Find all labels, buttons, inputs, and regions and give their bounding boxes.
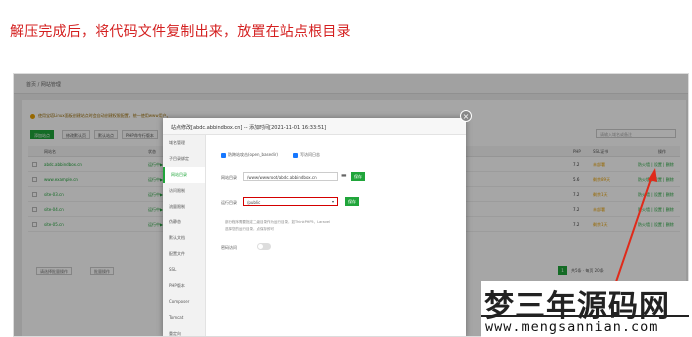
- site-dir-save-button[interactable]: 保存: [351, 172, 365, 181]
- menu-item-subdir[interactable]: 子目录绑定: [163, 151, 205, 167]
- site-dir-label: 网站目录: [221, 175, 237, 180]
- menu-item-config[interactable]: 配置文件: [163, 246, 205, 262]
- dialog-content: 防跨站攻击(open_basedir) 写访问日志 网站目录 /www/wwwr…: [215, 135, 460, 335]
- tip-2: 选择您的运行目录，点保存即可: [225, 227, 274, 231]
- dialog-menu: 域名管理 子目录绑定 网站目录 访问限制 流量限制 伪静态 默认文档 配置文件 …: [163, 135, 206, 336]
- option-access-log[interactable]: 写访问日志: [293, 152, 320, 158]
- checkbox-icon[interactable]: [221, 152, 226, 158]
- option-open-basedir[interactable]: 防跨站攻击(open_basedir): [221, 152, 278, 158]
- watermark-url: www.mengsannian.com: [485, 319, 659, 335]
- site-dir-input[interactable]: /www/wwwroot/abdc.abbindbox.cn: [243, 172, 338, 181]
- tip-1: 部分程序需要指定二级目录作为运行目录，如ThinkPHP5，Laravel: [225, 220, 331, 224]
- site-settings-dialog: 站点修改[abdc.abbindbox.cn] -- 添加时间[2021-11-…: [163, 118, 466, 336]
- close-icon[interactable]: ×: [460, 110, 472, 122]
- chevron-down-icon: ▾: [331, 199, 334, 204]
- menu-item-composer[interactable]: Composer: [163, 294, 205, 310]
- menu-item-ssl[interactable]: SSL: [163, 262, 205, 278]
- folder-icon[interactable]: ▬: [341, 172, 347, 179]
- checkbox-icon[interactable]: [293, 152, 298, 158]
- menu-item-traffic[interactable]: 流量限制: [163, 199, 205, 215]
- checkbox-label: 写访问日志: [300, 152, 320, 157]
- menu-item-redirect[interactable]: 重定向: [163, 326, 205, 336]
- menu-item-php[interactable]: PHP版本: [163, 278, 205, 294]
- watermark-divider: [481, 315, 689, 317]
- run-dir-select[interactable]: /public ▾: [243, 197, 338, 206]
- menu-item-rewrite[interactable]: 伪静态: [163, 214, 205, 230]
- checkbox-label: 防跨站攻击(open_basedir): [228, 152, 278, 157]
- dialog-title: 站点修改[abdc.abbindbox.cn] -- 添加时间[2021-11-…: [163, 118, 466, 135]
- run-dir-save-button[interactable]: 保存: [345, 197, 359, 206]
- password-access-label: 密码访问: [221, 245, 237, 250]
- password-access-toggle[interactable]: [257, 243, 271, 250]
- caption: 解压完成后，将代码文件复制出来，放置在站点根目录: [10, 24, 351, 40]
- run-dir-value: /public: [247, 200, 261, 205]
- menu-item-site-dir[interactable]: 网站目录: [163, 166, 205, 183]
- run-dir-label: 运行目录: [221, 200, 237, 205]
- menu-item-access[interactable]: 访问限制: [163, 183, 205, 199]
- menu-item-default-doc[interactable]: 默认文档: [163, 230, 205, 246]
- menu-item-tomcat[interactable]: Tomcat: [163, 310, 205, 326]
- watermark-logo: 梦三年源码网 www.mengsannian.com: [481, 281, 689, 337]
- menu-item-domain[interactable]: 域名管理: [163, 135, 205, 151]
